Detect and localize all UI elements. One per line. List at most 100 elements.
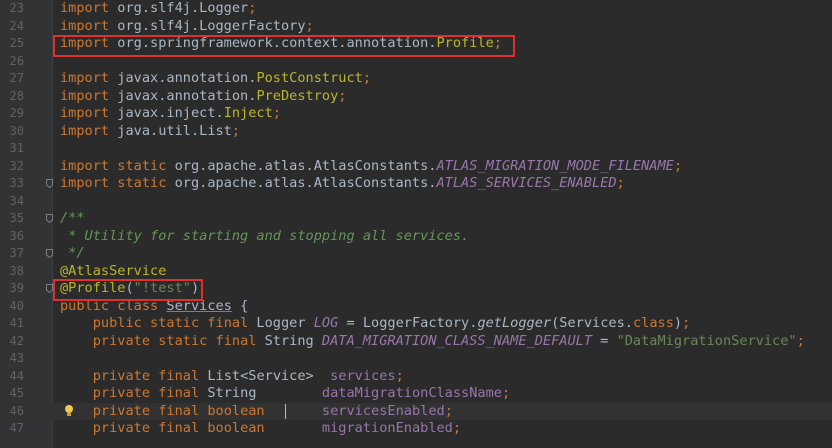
code-token: import [60,70,110,86]
code-text: import static org.apache.atlas.AtlasCons… [60,175,625,193]
code-token: ; [796,332,805,349]
code-line[interactable]: 36 * Utility for starting and stopping a… [0,228,832,246]
code-line[interactable]: 34 [0,193,832,211]
code-token: ; [272,105,281,121]
code-line[interactable]: 24 import org.slf4j.LoggerFactory; [0,18,832,36]
line-number: 24 [9,18,24,33]
code-line[interactable]: 27 import javax.annotation.PostConstruct; [0,70,832,88]
code-token: List<Service> [199,367,331,384]
fold-marker-icon[interactable] [46,284,53,294]
code-line[interactable]: 29 import javax.inject.Inject; [0,105,832,123]
line-number: 26 [9,53,24,68]
code-token: class [632,315,674,331]
code-text: private static final String DATA_MIGRATI… [60,333,805,351]
code-line[interactable]: 31 [0,140,832,158]
code-token: getLogger [477,315,552,331]
line-number: 39 [9,281,24,295]
code-token: org.slf4j.Logger [109,0,249,16]
code-token: ; [501,385,511,401]
code-token: migrationEnabled [321,420,453,436]
fold-marker-icon[interactable] [46,179,53,189]
code-line[interactable]: 35 /** [0,210,832,228]
code-token: org.apache.atlas.AtlasConstants. [166,175,437,191]
line-number: 43 [9,351,24,365]
code-token: services [330,367,396,384]
profile-annotation-highlight [53,279,203,301]
code-token: import [60,105,110,121]
code-token: import [60,0,110,16]
line-number: 46 [9,403,24,418]
code-line[interactable]: 30 import java.util.List; [0,123,832,141]
code-token: import static [60,157,167,174]
code-token: import [60,17,110,34]
code-token: Inject [223,105,273,121]
code-token: ; [452,420,462,436]
code-token: servicesEnabled [321,402,445,419]
code-editor[interactable]: 23 import org.slf4j.Logger; 24 import org.s… [0,0,832,448]
code-text: import javax.inject.Inject; [60,105,281,123]
line-number: 47 [9,421,24,435]
line-number: 30 [9,123,24,138]
code-token: ; [444,402,453,419]
code-token: ATLAS_SERVICES_ENABLED [436,175,617,191]
line-number: 35 [9,211,24,225]
line-number: 23 [9,1,24,15]
code-token: ; [682,315,691,331]
code-line[interactable]: 32 import static org.apache.atlas.AtlasCo… [0,158,832,176]
code-text: private final boolean migrationEnabled; [60,420,461,438]
code-line[interactable]: 37 */ [0,245,832,263]
code-line[interactable]: 46 private final boolean servicesEnabled… [0,402,832,421]
code-token: (Services. [551,315,633,331]
code-line[interactable]: 43 [0,350,832,368]
code-token: ; [362,70,372,86]
line-number: 36 [9,228,24,243]
code-text: import static org.apache.atlas.AtlasCons… [60,158,682,176]
code-text: public static final Logger LOG = LoggerF… [60,315,691,333]
code-token: ; [305,17,314,34]
code-token: String [256,332,322,349]
code-token: ; [395,367,404,384]
code-line[interactable]: 28 import javax.annotation.PreDestroy; [0,88,832,106]
code-line[interactable]: 23 import org.slf4j.Logger; [0,0,832,18]
code-line[interactable]: 45 private final String dataMigrationCla… [0,385,832,403]
code-token: "DataMigrationService" [616,332,797,349]
code-token: import [60,122,110,139]
line-number: 33 [9,176,24,190]
code-line[interactable]: 42 private static final String DATA_MIGR… [0,333,832,351]
line-number: 42 [9,333,24,348]
code-token: = LoggerFactory. [338,315,478,331]
code-token: PostConstruct [256,70,363,86]
code-token: ; [338,87,347,104]
line-number: 29 [9,106,24,120]
code-token: javax.annotation. [109,70,257,86]
code-line[interactable]: 41 public static final Logger LOG = Logg… [0,315,832,333]
code-text: private final boolean servicesEnabled; [60,403,453,421]
code-token: PreDestroy [256,87,339,104]
line-number: 25 [9,36,24,50]
code-token: private static final [92,332,257,349]
code-token: * Utility for starting and stopping all … [60,227,470,244]
code-line[interactable]: 47 private final boolean migrationEnable… [0,420,832,438]
code-token: import static [60,175,167,191]
fold-marker-icon[interactable] [46,214,53,224]
fold-marker-icon[interactable] [46,249,53,259]
code-line[interactable]: 38 @AtlasService [0,263,832,281]
code-line[interactable]: 33 import static org.apache.atlas.AtlasCo… [0,175,832,193]
line-number: 32 [9,158,24,173]
code-area[interactable]: 23 import org.slf4j.Logger; 24 import org.s… [0,0,832,438]
code-token: org.slf4j.LoggerFactory [109,17,306,34]
code-token: ; [248,0,257,16]
code-text: private final String dataMigrationClassN… [60,385,510,403]
line-number: 45 [9,386,24,400]
code-line[interactable]: 44 private final List<Service> services; [0,368,832,386]
code-token: java.util.List [109,122,232,139]
code-text: private final List<Service> services; [60,368,404,386]
code-token: @AtlasService [60,262,167,279]
code-token: private final boolean [92,420,265,436]
code-token: ; [616,175,625,191]
